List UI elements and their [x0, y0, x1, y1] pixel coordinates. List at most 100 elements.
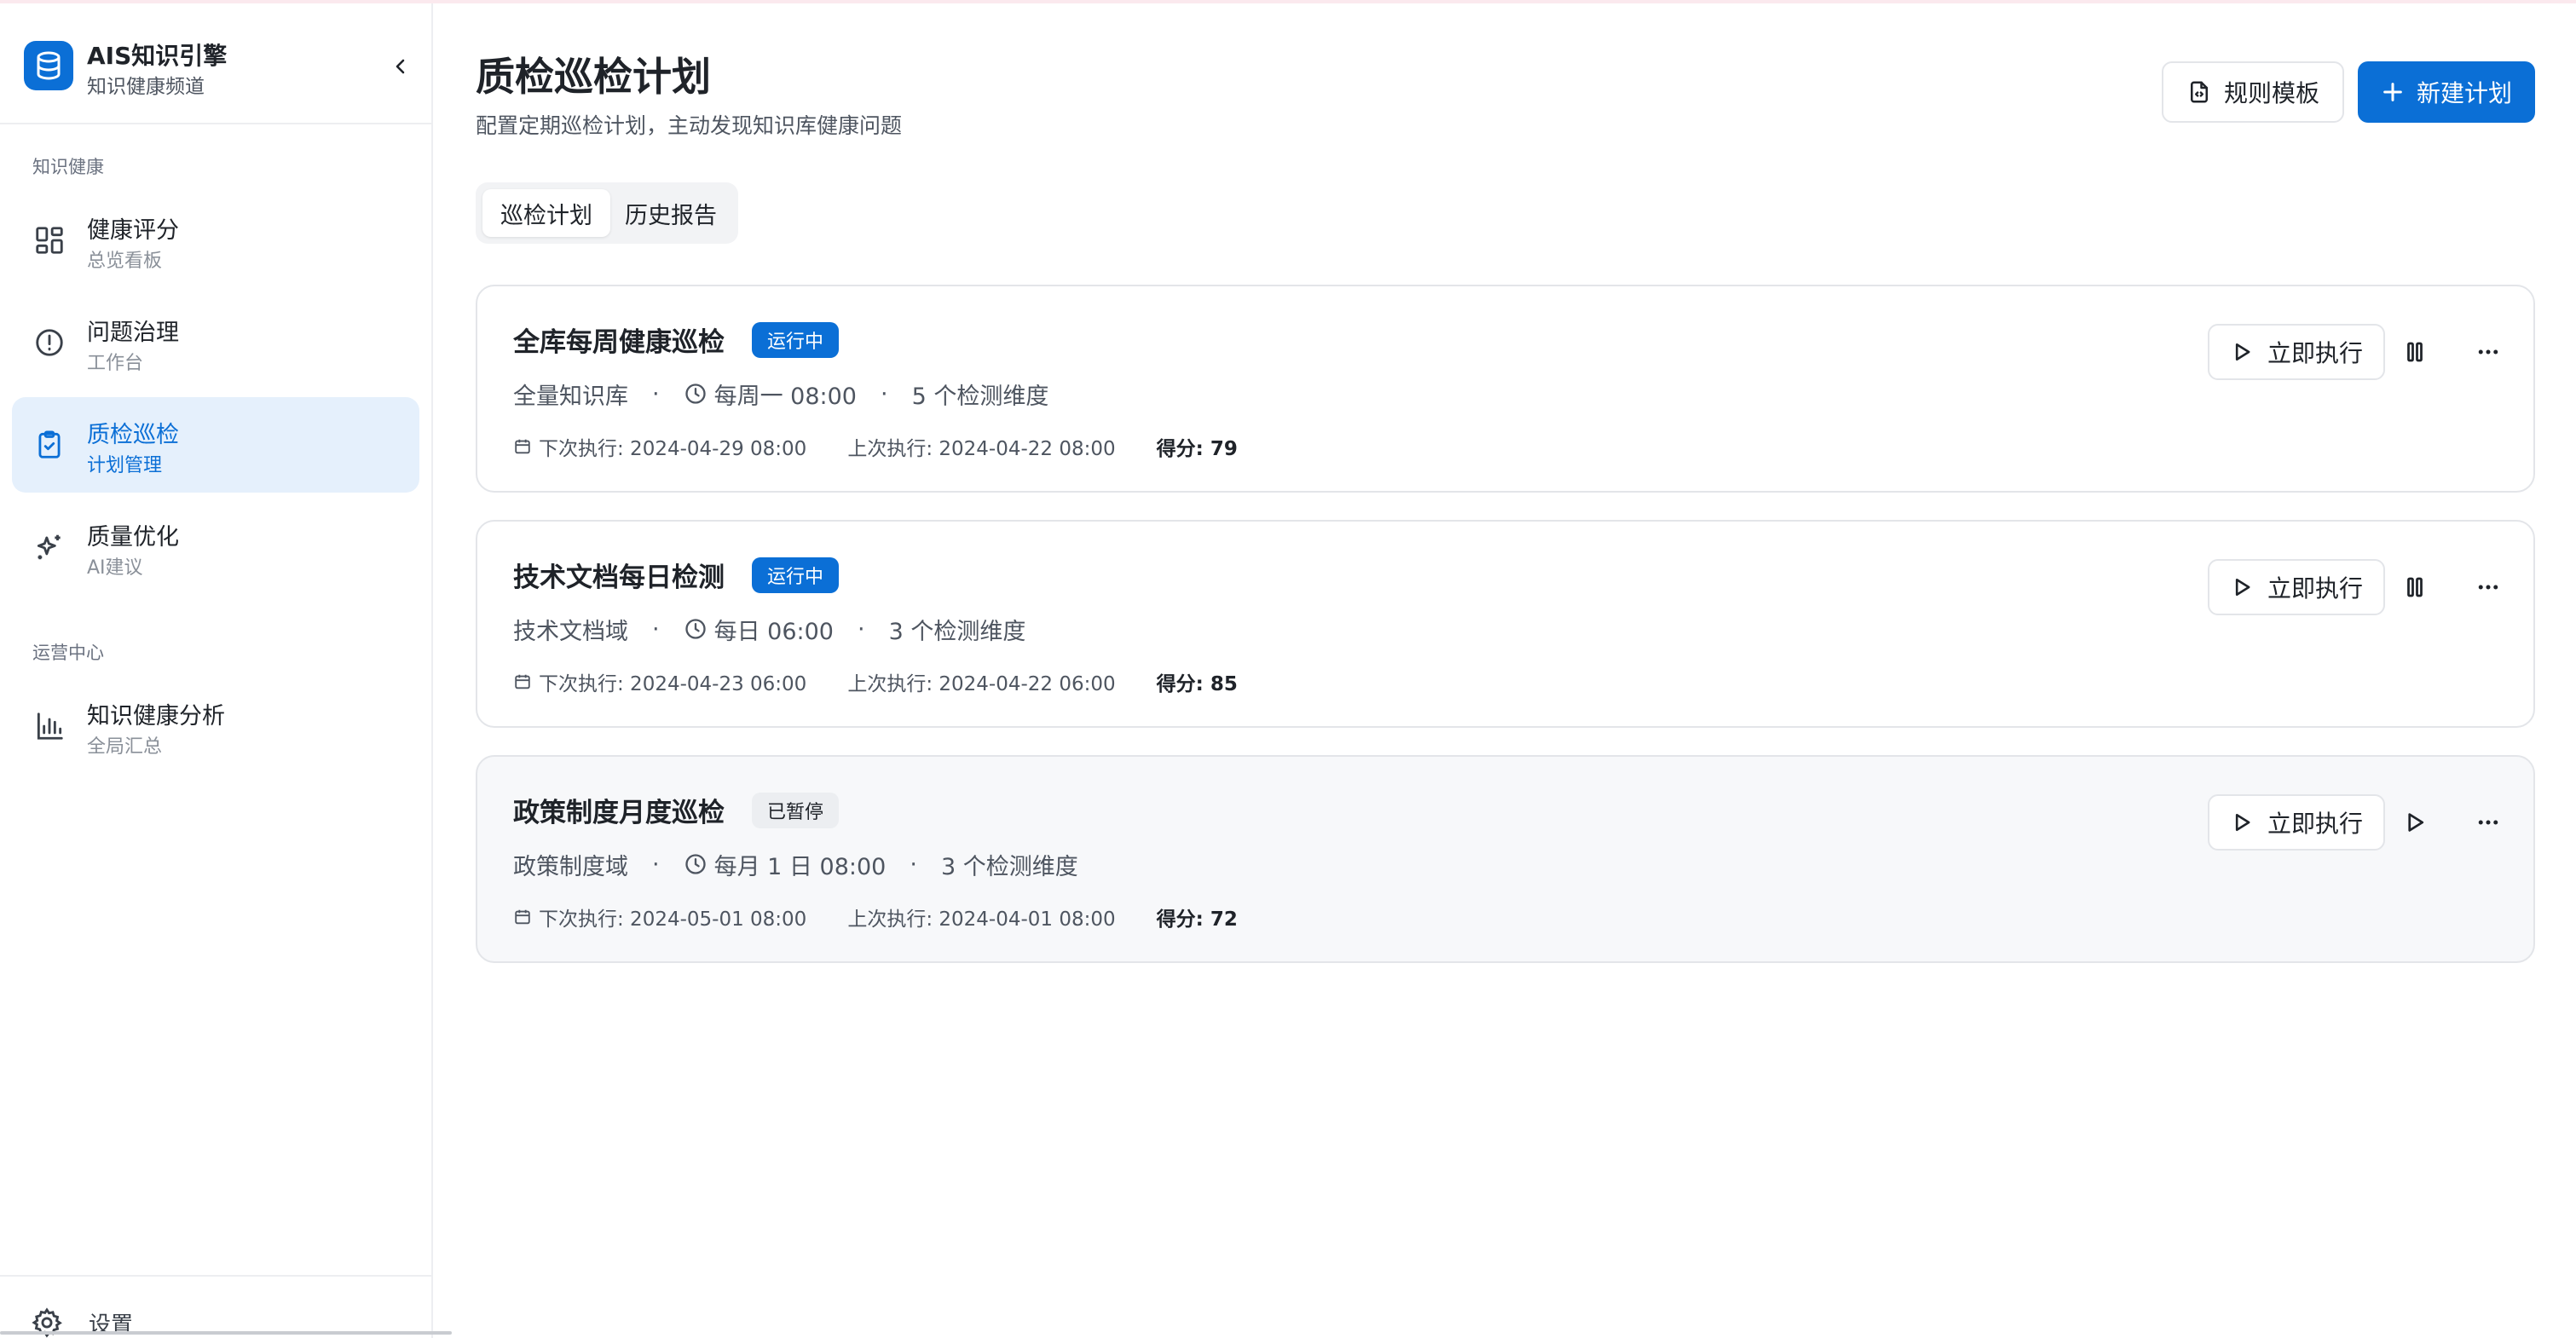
- pause-icon: [2407, 342, 2423, 362]
- clock-icon: [684, 617, 708, 641]
- clipboard-check-icon: [31, 426, 68, 464]
- pause-button[interactable]: [2394, 331, 2436, 373]
- sidebar-item-subtitle: 总览看板: [87, 251, 163, 272]
- sidebar-item-title: 问题治理: [87, 320, 179, 346]
- sidebar-item-subtitle: 全局汇总: [87, 736, 163, 758]
- last-run: 上次执行: 2024-04-22 06:00: [847, 673, 1116, 695]
- plan-name: 全库每周健康巡检: [513, 327, 725, 358]
- plan-score: 得分: 72: [1156, 908, 1238, 931]
- plan-details: 下次执行: 2024-04-23 06:00 上次执行: 2024-04-22 …: [513, 666, 1238, 697]
- plan-name: 技术文档每日检测: [513, 562, 725, 593]
- more-horizontal-icon: [2478, 820, 2498, 825]
- plan-scope: 全量知识库: [513, 383, 628, 410]
- more-horizontal-icon: [2478, 349, 2498, 355]
- run-now-button[interactable]: 立即执行: [2208, 559, 2385, 615]
- plan-card: 全库每周健康巡检 运行中 全量知识库 · 每周一 08:00 · 5 个检测维度…: [476, 285, 2535, 493]
- sidebar-item-subtitle: AI建议: [87, 557, 143, 579]
- play-icon: [2235, 813, 2250, 832]
- sidebar-divider: [0, 123, 431, 124]
- sidebar-item-title: 质量优化: [87, 524, 179, 551]
- next-run: 下次执行: 2024-05-01 08:00: [539, 908, 807, 931]
- resume-button[interactable]: [2394, 801, 2436, 844]
- play-icon: [2235, 343, 2250, 361]
- last-run: 上次执行: 2024-04-22 08:00: [847, 438, 1116, 460]
- more-button[interactable]: [2467, 566, 2510, 608]
- plan-card: 技术文档每日检测 运行中 技术文档域 · 每日 06:00 · 3 个检测维度 …: [476, 520, 2535, 728]
- clock-icon: [684, 382, 708, 406]
- sparkles-icon: [31, 528, 68, 566]
- tab-bar: 巡检计划 历史报告: [476, 182, 738, 244]
- sidebar-item-health-score[interactable]: 健康评分 总览看板: [12, 193, 419, 288]
- chevron-left-icon: [396, 59, 405, 74]
- sidebar-item-subtitle: 计划管理: [87, 455, 163, 476]
- last-run: 上次执行: 2024-04-01 08:00: [847, 908, 1116, 931]
- plan-scope: 政策制度域: [513, 853, 628, 880]
- sidebar-item-inspection[interactable]: 质检巡检 计划管理: [12, 397, 419, 493]
- plan-details: 下次执行: 2024-04-29 08:00 上次执行: 2024-04-22 …: [513, 431, 1238, 462]
- page-title: 质检巡检计划: [476, 54, 711, 100]
- database-icon: [24, 41, 73, 90]
- plan-meta: 政策制度域 · 每月 1 日 08:00 · 3 个检测维度: [513, 847, 1078, 881]
- next-run: 下次执行: 2024-04-29 08:00: [539, 438, 807, 460]
- sidebar-item-title: 健康评分: [87, 217, 179, 244]
- plan-score: 得分: 79: [1156, 438, 1238, 460]
- rule-template-label: 规则模板: [2223, 79, 2319, 107]
- sidebar-item-issue-governance[interactable]: 问题治理 工作台: [12, 295, 419, 390]
- plan-schedule: 每日 06:00: [713, 618, 834, 645]
- file-code-icon: [2190, 81, 2208, 103]
- pause-icon: [2407, 577, 2423, 597]
- plan-score: 得分: 85: [1156, 673, 1238, 695]
- bar-chart-icon: [31, 707, 68, 745]
- meta-separator: ·: [910, 851, 917, 878]
- meta-separator: ·: [858, 615, 865, 643]
- brand: AIS知识引擎 知识健康频道: [24, 37, 409, 98]
- plan-meta: 全量知识库 · 每周一 08:00 · 5 个检测维度: [513, 377, 1048, 411]
- run-now-label: 立即执行: [2267, 339, 2363, 367]
- run-now-button[interactable]: 立即执行: [2208, 324, 2385, 380]
- status-badge: 已暂停: [752, 793, 840, 828]
- sidebar: AIS知识引擎 知识健康频道 知识健康 健康评分 总览看板 问题治理 工作台 质…: [0, 3, 433, 1338]
- calendar-icon: [513, 908, 532, 926]
- sidebar-item-title: 质检巡检: [87, 422, 179, 448]
- alert-circle-icon: [31, 324, 68, 361]
- horizontal-scrollbar[interactable]: [0, 1331, 452, 1335]
- plan-meta: 技术文档域 · 每日 06:00 · 3 个检测维度: [513, 612, 1025, 646]
- calendar-icon: [513, 437, 532, 456]
- brand-subtitle: 知识健康频道: [87, 76, 205, 98]
- status-badge: 运行中: [752, 557, 840, 593]
- sidebar-item-quality-optimization[interactable]: 质量优化 AI建议: [12, 499, 419, 595]
- new-plan-button[interactable]: 新建计划: [2358, 61, 2535, 123]
- plan-schedule: 每月 1 日 08:00: [713, 853, 887, 880]
- plan-schedule: 每周一 08:00: [713, 383, 857, 410]
- more-button[interactable]: [2467, 801, 2510, 844]
- brand-title: AIS知识引擎: [87, 42, 228, 70]
- section-label-knowledge-health: 知识健康: [32, 157, 104, 177]
- rule-template-button[interactable]: 规则模板: [2162, 61, 2344, 123]
- sidebar-item-subtitle: 工作台: [87, 353, 144, 374]
- status-badge: 运行中: [752, 322, 840, 358]
- run-now-button[interactable]: 立即执行: [2208, 794, 2385, 851]
- more-horizontal-icon: [2478, 585, 2498, 590]
- pause-button[interactable]: [2394, 566, 2436, 608]
- tab-inspection-plans[interactable]: 巡检计划: [482, 189, 610, 237]
- plus-icon: [2383, 83, 2402, 101]
- tab-history-reports[interactable]: 历史报告: [610, 189, 731, 237]
- sidebar-bottom-divider: [0, 1275, 431, 1277]
- meta-separator: ·: [652, 380, 660, 407]
- meta-separator: ·: [881, 380, 888, 407]
- new-plan-label: 新建计划: [2416, 79, 2512, 107]
- plan-details: 下次执行: 2024-05-01 08:00 上次执行: 2024-04-01 …: [513, 902, 1238, 932]
- section-label-operations: 运营中心: [32, 643, 104, 663]
- plan-card: 政策制度月度巡检 已暂停 政策制度域 · 每月 1 日 08:00 · 3 个检…: [476, 755, 2535, 963]
- plan-dimensions: 3 个检测维度: [888, 618, 1026, 645]
- plan-dimensions: 5 个检测维度: [911, 383, 1049, 410]
- collapse-sidebar-button[interactable]: [382, 48, 419, 85]
- grid-icon: [31, 222, 68, 259]
- run-now-label: 立即执行: [2267, 810, 2363, 838]
- play-icon: [2408, 813, 2424, 832]
- more-button[interactable]: [2467, 331, 2510, 373]
- page-subtitle: 配置定期巡检计划，主动发现知识库健康问题: [476, 113, 903, 138]
- plan-name: 政策制度月度巡检: [513, 798, 725, 828]
- calendar-icon: [513, 672, 532, 691]
- sidebar-item-health-analysis[interactable]: 知识健康分析 全局汇总: [12, 678, 419, 774]
